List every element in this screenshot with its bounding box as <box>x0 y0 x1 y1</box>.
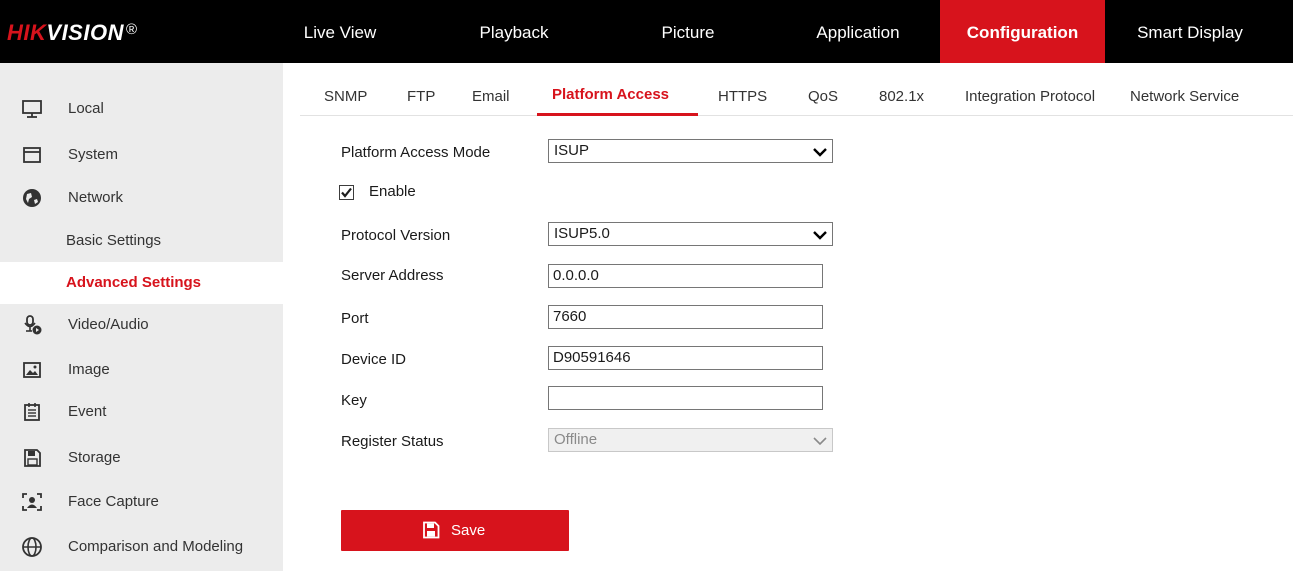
enable-checkbox[interactable] <box>339 185 354 200</box>
registered-mark: ® <box>125 21 138 38</box>
tab-email[interactable]: Email <box>472 63 510 116</box>
monitor-icon <box>21 98 43 120</box>
chevron-down-icon <box>812 433 828 447</box>
sidebar-item-label: Comparison and Modeling <box>68 538 244 555</box>
device-id-field[interactable]: D90591646 <box>548 346 823 370</box>
chevron-down-icon <box>812 227 828 241</box>
sidebar-item-image[interactable]: Image <box>0 348 283 392</box>
tab-https[interactable]: HTTPS <box>718 63 767 116</box>
tab-qos[interactable]: QoS <box>808 63 838 116</box>
sidebar-item-label: System <box>68 146 119 163</box>
platform-access-mode-select[interactable]: ISUP <box>548 139 833 163</box>
server-address-label: Server Address <box>341 267 444 284</box>
tab-platform-access[interactable]: Platform Access <box>552 63 669 116</box>
calendar-icon <box>21 401 43 423</box>
key-field[interactable] <box>548 386 823 410</box>
sidebar-item-label: Basic Settings <box>66 232 162 249</box>
nav-picture[interactable]: Picture <box>638 0 738 63</box>
sidebar-item-advanced-settings[interactable]: Advanced Settings <box>0 262 283 304</box>
sidebar-item-storage[interactable]: Storage <box>0 436 283 480</box>
platform-access-mode-label: Platform Access Mode <box>341 144 491 161</box>
sub-tabs: SNMP FTP Email Platform Access HTTPS QoS… <box>300 63 1293 116</box>
register-status-value: Offline <box>554 431 598 448</box>
register-status-select: Offline <box>548 428 833 452</box>
sidebar-item-network[interactable]: Network <box>0 176 283 220</box>
port-label: Port <box>341 310 369 327</box>
sidebar-item-label: Event <box>68 403 107 420</box>
face-frame-icon <box>21 491 43 513</box>
tab-integration-protocol[interactable]: Integration Protocol <box>965 63 1095 116</box>
sidebar-item-basic-settings[interactable]: Basic Settings <box>0 220 283 262</box>
floppy-icon <box>21 447 43 469</box>
key-label: Key <box>341 392 367 409</box>
tab-snmp[interactable]: SNMP <box>324 63 367 116</box>
save-button-label: Save <box>451 522 486 539</box>
active-tab-indicator <box>537 113 698 116</box>
comparison-icon <box>21 536 43 558</box>
register-status-label: Register Status <box>341 433 444 450</box>
window-icon <box>21 144 43 166</box>
hikvision-logo: HIKVISION ® <box>7 18 138 48</box>
protocol-version-select[interactable]: ISUP5.0 <box>548 222 833 246</box>
logo-text-white: VISION <box>46 20 124 45</box>
top-navigation-bar: HIKVISION ® Live View Playback Picture Ap… <box>0 0 1293 63</box>
sidebar-item-label: Advanced Settings <box>66 274 202 291</box>
nav-smart-display[interactable]: Smart Display <box>1115 0 1265 63</box>
sidebar: Local System Network Basic Settings Adva… <box>0 63 283 571</box>
sidebar-item-video-audio[interactable]: Video/Audio <box>0 303 283 347</box>
globe-icon <box>21 187 43 209</box>
nav-live-view[interactable]: Live View <box>286 0 394 63</box>
sidebar-item-label: Storage <box>68 449 121 466</box>
save-button[interactable]: Save <box>341 510 569 551</box>
device-id-label: Device ID <box>341 351 407 368</box>
tab-802-1x[interactable]: 802.1x <box>879 63 924 116</box>
sidebar-item-label: Video/Audio <box>68 316 149 333</box>
sidebar-item-face-capture[interactable]: Face Capture <box>0 480 283 524</box>
image-icon <box>21 359 43 381</box>
logo-text-red: HIK <box>7 20 47 45</box>
microphone-camera-icon <box>21 314 43 336</box>
floppy-icon <box>422 521 440 539</box>
sidebar-item-label: Face Capture <box>68 493 159 510</box>
tab-ftp[interactable]: FTP <box>407 63 435 116</box>
platform-access-mode-value: ISUP <box>554 142 590 159</box>
sidebar-item-label: Image <box>68 361 110 378</box>
sidebar-item-event[interactable]: Event <box>0 390 283 434</box>
tab-network-service[interactable]: Network Service <box>1130 63 1239 116</box>
sidebar-item-system[interactable]: System <box>0 133 283 177</box>
nav-playback[interactable]: Playback <box>455 0 573 63</box>
sidebar-item-local[interactable]: Local <box>0 87 283 131</box>
nav-application[interactable]: Application <box>791 0 925 63</box>
chevron-down-icon <box>812 144 828 158</box>
protocol-version-value: ISUP5.0 <box>554 225 610 242</box>
enable-label: Enable <box>369 183 416 200</box>
server-address-field[interactable]: 0.0.0.0 <box>548 264 823 288</box>
sidebar-item-comparison-and-modeling[interactable]: Comparison and Modeling <box>0 525 283 569</box>
protocol-version-label: Protocol Version <box>341 227 451 244</box>
sidebar-item-label: Network <box>68 189 124 206</box>
port-field[interactable]: 7660 <box>548 305 823 329</box>
nav-configuration[interactable]: Configuration <box>940 0 1105 63</box>
sidebar-item-label: Local <box>68 100 104 117</box>
